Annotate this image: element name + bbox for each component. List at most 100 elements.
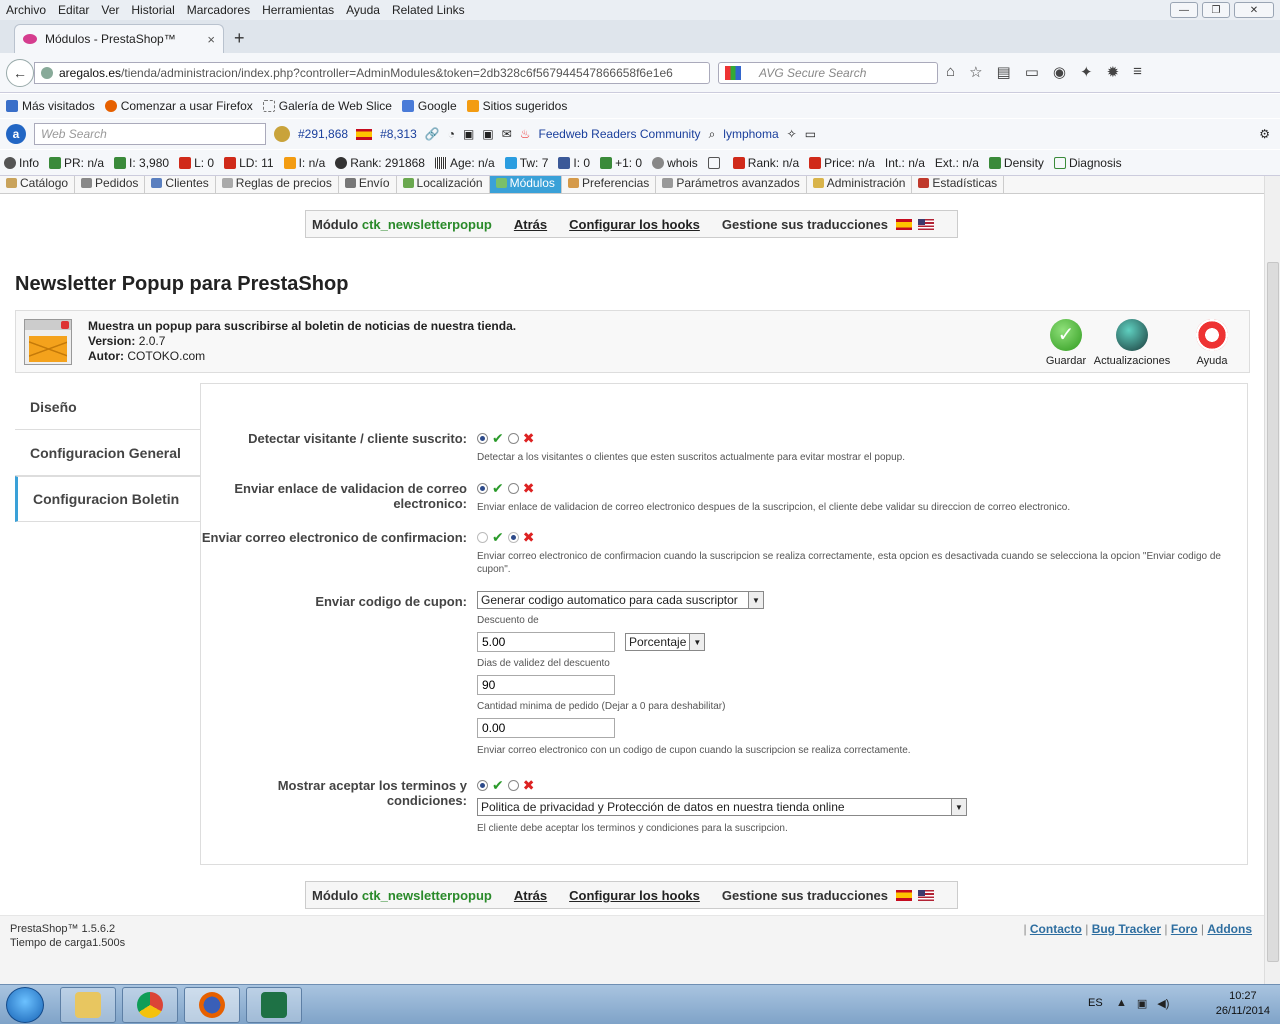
id-card-icon[interactable]: ▭: [805, 127, 816, 141]
new-tab-button[interactable]: +: [234, 28, 245, 49]
tab-configuracion-boletin[interactable]: Configuracion Boletin: [15, 476, 201, 522]
admin-tab-catalogo[interactable]: Catálogo: [0, 176, 76, 193]
back-link[interactable]: Atrás: [514, 888, 547, 903]
sparkle-icon[interactable]: ✧: [787, 127, 797, 141]
ask-icon[interactable]: a: [6, 124, 26, 144]
start-button[interactable]: [6, 987, 44, 1023]
forum-link[interactable]: Foro: [1171, 922, 1198, 936]
alexa-globe-icon[interactable]: [274, 126, 290, 142]
us-flag-icon[interactable]: [918, 889, 935, 901]
taskbar-excel[interactable]: [246, 987, 302, 1023]
menu-ayuda[interactable]: Ayuda: [340, 3, 386, 17]
detect-no-radio[interactable]: [507, 432, 519, 444]
seo-links[interactable]: L: 0: [179, 156, 214, 170]
network-icon[interactable]: ▣: [1137, 997, 1147, 1010]
mail-icon[interactable]: ✉: [502, 127, 512, 141]
feedweb-link[interactable]: Feedweb Readers Community: [538, 127, 700, 141]
coupon-mode-select[interactable]: Generar codigo automatico para cada susc…: [477, 591, 764, 609]
admin-tab-parametros[interactable]: Parámetros avanzados: [656, 176, 807, 193]
admin-tab-preferencias[interactable]: Preferencias: [562, 176, 657, 193]
settings-icon[interactable]: ✹: [1107, 63, 1120, 81]
us-flag-icon[interactable]: [918, 218, 935, 230]
seo-rank-2[interactable]: Rank: n/a: [732, 156, 799, 170]
validation-yes-radio[interactable]: [477, 482, 488, 494]
seo-pagerank[interactable]: PR: n/a: [49, 156, 104, 170]
terms-no-radio[interactable]: [507, 779, 519, 791]
detect-yes-radio[interactable]: [477, 432, 488, 444]
web-search-input[interactable]: Web Search: [34, 123, 266, 145]
admin-tab-clientes[interactable]: Clientes: [145, 176, 216, 193]
validity-days-input[interactable]: [477, 675, 615, 695]
admin-tab-localizacion[interactable]: Localización: [397, 176, 490, 193]
clock-icon[interactable]: ◔: [448, 127, 455, 141]
volume-icon[interactable]: ◀): [1157, 997, 1169, 1010]
back-link[interactable]: Atrás: [514, 217, 547, 232]
configure-hooks-link[interactable]: Configurar los hooks: [569, 217, 700, 232]
close-tab-icon[interactable]: ×: [207, 32, 215, 47]
seo-internal-links[interactable]: Int.: n/a: [885, 156, 925, 170]
min-order-input[interactable]: [477, 718, 615, 738]
configure-hooks-link[interactable]: Configurar los hooks: [569, 888, 700, 903]
bookmark-google[interactable]: Google: [401, 99, 457, 113]
seo-indexed[interactable]: I: 3,980: [114, 156, 169, 170]
seo-external-links[interactable]: Ext.: n/a: [935, 156, 979, 170]
menu-herramientas[interactable]: Herramientas: [256, 3, 340, 17]
menu-editar[interactable]: Editar: [52, 3, 95, 17]
hamburger-menu-icon[interactable]: ≡: [1133, 63, 1142, 81]
help-button[interactable]: Ayuda: [1167, 319, 1257, 367]
bookmark-star-icon[interactable]: ☆: [969, 63, 982, 81]
bug-tracker-link[interactable]: Bug Tracker: [1092, 922, 1161, 936]
seo-diagnosis[interactable]: Diagnosis: [1053, 156, 1122, 170]
search-box[interactable]: AVG Secure Search: [718, 62, 938, 84]
discount-input[interactable]: [477, 632, 615, 652]
seo-whois[interactable]: whois: [652, 156, 698, 170]
copy-icon[interactable]: ▣: [482, 127, 493, 141]
bookmark-mas-visitados[interactable]: Más visitados: [6, 99, 95, 113]
admin-tab-envio[interactable]: Envío: [339, 176, 397, 193]
bookmark-sitios-sugeridos[interactable]: Sitios sugeridos: [466, 99, 567, 113]
discount-type-select[interactable]: Porcentaje ▼: [625, 633, 706, 651]
taskbar-explorer[interactable]: [60, 987, 116, 1023]
contact-link[interactable]: Contacto: [1030, 922, 1082, 936]
admin-tab-pedidos[interactable]: Pedidos: [75, 176, 146, 193]
browser-tab[interactable]: Módulos - PrestaShop™ ×: [14, 24, 224, 53]
seo-linking-domains[interactable]: LD: 11: [224, 156, 274, 170]
language-indicator[interactable]: ES: [1088, 997, 1103, 1009]
clock[interactable]: 10:27 26/11/2014: [1216, 989, 1270, 1019]
maximize-button[interactable]: ❐: [1202, 2, 1230, 18]
blank-icon[interactable]: ▭: [1025, 63, 1039, 81]
seo-source[interactable]: [707, 156, 723, 170]
lymphoma-link[interactable]: lymphoma: [723, 127, 778, 141]
tab-configuracion-general[interactable]: Configuracion General: [15, 430, 201, 476]
updates-button[interactable]: Actualizaciones: [1087, 319, 1177, 367]
confirmation-yes-radio[interactable]: [477, 531, 488, 543]
admin-tab-reglas[interactable]: Reglas de precios: [216, 176, 339, 193]
tab-diseno[interactable]: Diseño: [15, 384, 201, 430]
page-scrollbar[interactable]: [1264, 176, 1280, 984]
minimize-button[interactable]: —: [1170, 2, 1198, 18]
seo-price[interactable]: Price: n/a: [809, 156, 875, 170]
alexa-rank[interactable]: #291,868: [298, 127, 348, 141]
seo-density[interactable]: Density: [988, 156, 1044, 170]
terms-cms-select[interactable]: Politica de privacidad y Protección de d…: [477, 798, 967, 816]
bookmark-comenzar-firefox[interactable]: Comenzar a usar Firefox: [104, 99, 253, 113]
terms-yes-radio[interactable]: [477, 779, 488, 791]
fire-icon[interactable]: ♨: [520, 127, 531, 141]
seo-alexa-rank[interactable]: Rank: 291868: [335, 156, 425, 170]
facebook-share-icon[interactable]: ▣: [463, 127, 474, 141]
search-history-icon[interactable]: ⌕: [709, 127, 716, 142]
spain-flag-icon[interactable]: [896, 218, 913, 230]
taskbar-firefox[interactable]: [184, 987, 240, 1023]
extension-icon[interactable]: ✦: [1080, 63, 1093, 81]
spain-flag-icon[interactable]: [896, 889, 913, 901]
menu-ver[interactable]: Ver: [95, 3, 125, 17]
reading-list-icon[interactable]: ▤: [997, 63, 1011, 81]
menu-related-links[interactable]: Related Links: [386, 3, 471, 17]
seo-twitter[interactable]: Tw: 7: [504, 156, 548, 170]
menu-archivo[interactable]: Archivo: [0, 3, 52, 17]
validation-no-radio[interactable]: [507, 482, 519, 494]
seo-age[interactable]: Age: n/a: [434, 156, 495, 170]
menu-marcadores[interactable]: Marcadores: [181, 3, 256, 17]
country-rank[interactable]: #8,313: [380, 127, 417, 141]
link-icon[interactable]: 🔗: [425, 127, 440, 141]
